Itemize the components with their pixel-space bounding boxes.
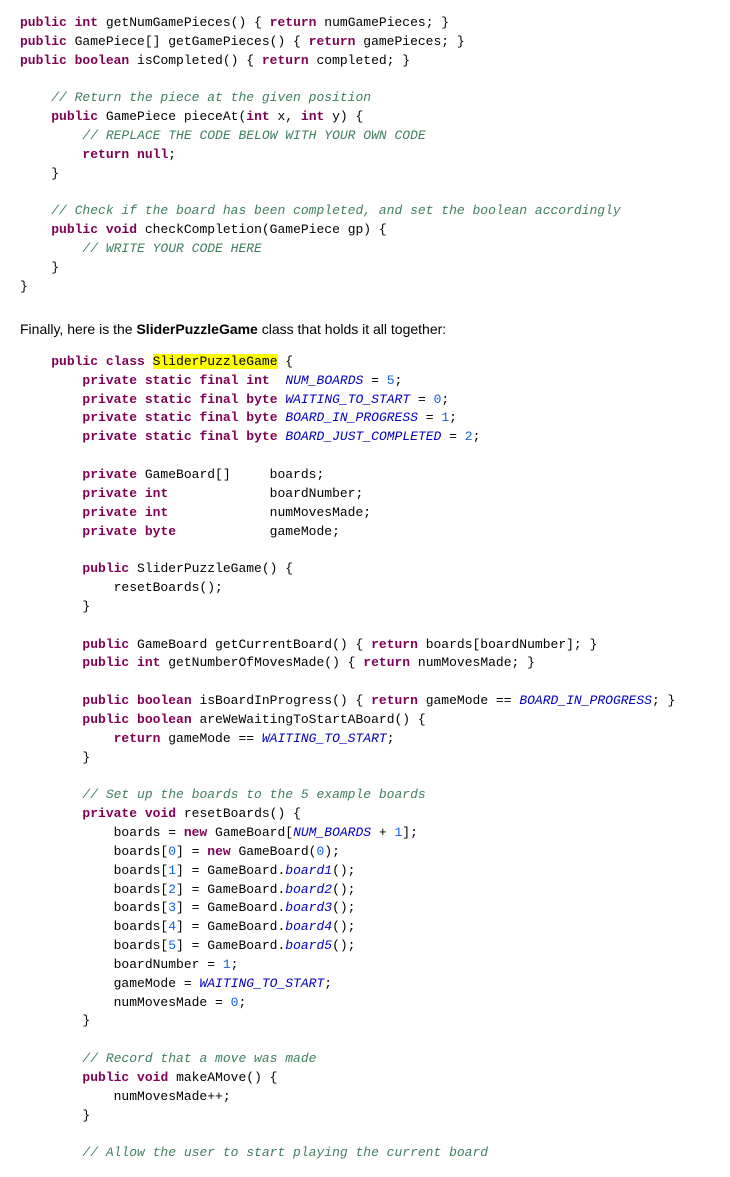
code-line: // Record that a move was made: [20, 1050, 710, 1069]
code-line: private GameBoard[] boards;: [20, 466, 710, 485]
code-line: // Set up the boards to the 5 example bo…: [20, 786, 710, 805]
code-line: boards[3] = GameBoard.board3();: [20, 899, 710, 918]
code-line: // REPLACE THE CODE BELOW WITH YOUR OWN …: [20, 127, 710, 146]
code-line: public boolean isCompleted() { return co…: [20, 52, 710, 71]
classname-emphasis: SliderPuzzleGame: [136, 321, 257, 337]
code-line: public void makeAMove() {: [20, 1069, 710, 1088]
code-line: private static final byte BOARD_IN_PROGR…: [20, 409, 710, 428]
code-line: }: [20, 598, 710, 617]
code-main-section: public class SliderPuzzleGame { private …: [20, 349, 710, 1167]
code-line: numMovesMade++;: [20, 1088, 710, 1107]
code-line: [20, 1031, 710, 1050]
code-line: boards[1] = GameBoard.board1();: [20, 862, 710, 881]
code-line: boards[2] = GameBoard.board2();: [20, 881, 710, 900]
code-line: numMovesMade = 0;: [20, 994, 710, 1013]
code-line: }: [20, 278, 710, 297]
code-line: boards = new GameBoard[NUM_BOARDS + 1];: [20, 824, 710, 843]
code-line: private void resetBoards() {: [20, 805, 710, 824]
code-line: // Allow the user to start playing the c…: [20, 1144, 710, 1163]
code-line: private int numMovesMade;: [20, 504, 710, 523]
code-line: private static final byte WAITING_TO_STA…: [20, 391, 710, 410]
code-line: [20, 1126, 710, 1145]
code-line: public int getNumGamePieces() { return n…: [20, 14, 710, 33]
code-line: public SliderPuzzleGame() {: [20, 560, 710, 579]
prose-paragraph: Finally, here is the SliderPuzzleGame cl…: [20, 319, 710, 339]
code-line: private int boardNumber;: [20, 485, 710, 504]
code-line: resetBoards();: [20, 579, 710, 598]
code-line: }: [20, 1107, 710, 1126]
code-line: }: [20, 1012, 710, 1031]
code-line: public boolean isBoardInProgress() { ret…: [20, 692, 710, 711]
code-line: public GameBoard getCurrentBoard() { ret…: [20, 636, 710, 655]
code-line: boards[4] = GameBoard.board4();: [20, 918, 710, 937]
code-line: boardNumber = 1;: [20, 956, 710, 975]
code-line: [20, 673, 710, 692]
code-line: gameMode = WAITING_TO_START;: [20, 975, 710, 994]
code-line: [20, 541, 710, 560]
code-line: public GamePiece pieceAt(int x, int y) {: [20, 108, 710, 127]
code-line: [20, 184, 710, 203]
code-line: [20, 447, 710, 466]
code-line: private static final byte BOARD_JUST_COM…: [20, 428, 710, 447]
code-line: return gameMode == WAITING_TO_START;: [20, 730, 710, 749]
code-line: }: [20, 749, 710, 768]
code-line: [20, 71, 710, 90]
code-line: [20, 768, 710, 787]
code-line: public void checkCompletion(GamePiece gp…: [20, 221, 710, 240]
code-line: // Return the piece at the given positio…: [20, 89, 710, 108]
code-line: boards[5] = GameBoard.board5();: [20, 937, 710, 956]
code-line: // WRITE YOUR CODE HERE: [20, 240, 710, 259]
code-line: private static final int NUM_BOARDS = 5;: [20, 372, 710, 391]
code-line: public GamePiece[] getGamePieces() { ret…: [20, 33, 710, 52]
code-line: public boolean areWeWaitingToStartABoard…: [20, 711, 710, 730]
code-line: // Check if the board has been completed…: [20, 202, 710, 221]
code-line: private byte gameMode;: [20, 523, 710, 542]
code-line: return null;: [20, 146, 710, 165]
code-line: }: [20, 165, 710, 184]
code-line: public class SliderPuzzleGame {: [20, 353, 710, 372]
code-line: [20, 617, 710, 636]
code-before-section: public int getNumGamePieces() { return n…: [20, 10, 710, 301]
code-line: public int getNumberOfMovesMade() { retu…: [20, 654, 710, 673]
code-line: }: [20, 259, 710, 278]
code-line: boards[0] = new GameBoard(0);: [20, 843, 710, 862]
